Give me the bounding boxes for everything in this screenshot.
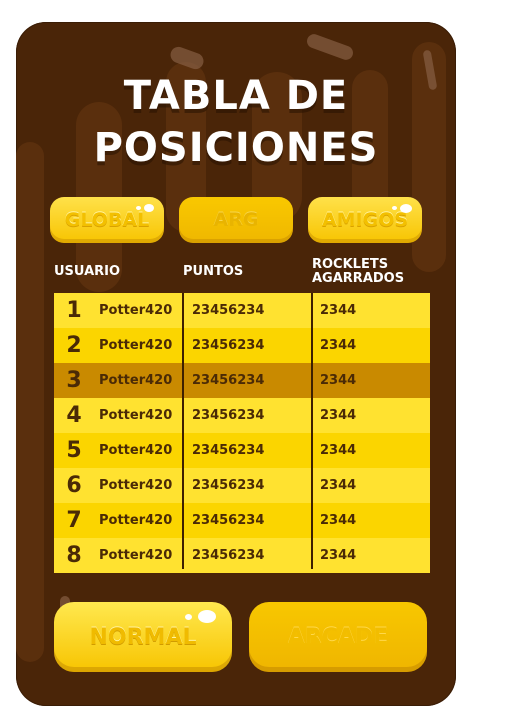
points-value: 23456234 [192, 548, 265, 563]
table-row-highlighted: 3 Potter420 23456234 2344 [54, 363, 430, 398]
tab-global-label: GLOBAL [64, 209, 150, 231]
column-header-usuario-label: USUARIO [54, 264, 121, 279]
page-title-line2: POSICIONES [93, 125, 379, 171]
rocklets-value: 2344 [320, 338, 357, 353]
rank-number: 1 [66, 298, 82, 323]
column-header-puntos-label: PUNTOS [183, 264, 244, 279]
rank-number: 2 [66, 333, 82, 358]
column-divider [182, 293, 184, 569]
normal-mode-button[interactable]: NORMAL [54, 602, 232, 672]
column-header-usuario: USUARIO [54, 265, 120, 279]
username: Potter420 [99, 548, 173, 563]
shine-bubble-decoration [185, 614, 192, 620]
leaderboard-table: 1 Potter420 23456234 2344 2 Potter420 23… [54, 293, 430, 573]
username: Potter420 [99, 408, 173, 423]
tab-global[interactable]: GLOBAL [50, 197, 164, 243]
table-row: 2 Potter420 23456234 2344 [54, 328, 430, 363]
column-divider [311, 293, 313, 569]
rank-number: 8 [66, 543, 82, 568]
arcade-mode-button-label: ARCADE [287, 624, 389, 650]
points-value: 23456234 [192, 373, 265, 388]
table-row: 8 Potter420 23456234 2344 [54, 538, 430, 573]
table-row: 7 Potter420 23456234 2344 [54, 503, 430, 538]
username: Potter420 [99, 303, 173, 318]
rocklets-value: 2344 [320, 548, 357, 563]
column-header-rocklets-line2: AGARRADOS [312, 271, 405, 286]
username: Potter420 [99, 338, 173, 353]
tab-amigos[interactable]: AMIGOS [308, 197, 422, 243]
rank-number: 3 [66, 368, 82, 393]
rocklets-value: 2344 [320, 443, 357, 458]
rocklets-value: 2344 [320, 408, 357, 423]
points-value: 23456234 [192, 303, 265, 318]
page-title: TABLA DE POSICIONES [16, 70, 456, 174]
normal-mode-button-label: NORMAL [89, 624, 197, 650]
page-title-line1: TABLA DE [123, 73, 349, 119]
rocklets-value: 2344 [320, 303, 357, 318]
rank-number: 4 [66, 403, 82, 428]
username: Potter420 [99, 478, 173, 493]
rocklets-value: 2344 [320, 373, 357, 388]
rocklets-value: 2344 [320, 513, 357, 528]
points-value: 23456234 [192, 513, 265, 528]
column-header-rocklets-line1: ROCKLETS [312, 257, 389, 272]
table-row: 6 Potter420 23456234 2344 [54, 468, 430, 503]
username: Potter420 [99, 373, 173, 388]
chocolate-shine-decoration [305, 32, 355, 62]
rank-number: 5 [66, 438, 82, 463]
leaderboard-panel: TABLA DE POSICIONES GLOBAL ARG AMIGOS US… [16, 22, 456, 706]
shine-bubble-decoration [400, 204, 412, 213]
table-row: 1 Potter420 23456234 2344 [54, 293, 430, 328]
shine-bubble-decoration [392, 206, 397, 210]
shine-bubble-decoration [144, 204, 154, 212]
table-row: 4 Potter420 23456234 2344 [54, 398, 430, 433]
points-value: 23456234 [192, 443, 265, 458]
column-header-puntos: PUNTOS [183, 265, 243, 279]
tab-amigos-label: AMIGOS [321, 209, 409, 231]
points-value: 23456234 [192, 338, 265, 353]
username: Potter420 [99, 513, 173, 528]
shine-bubble-decoration [136, 206, 141, 210]
rocklets-value: 2344 [320, 478, 357, 493]
username: Potter420 [99, 443, 173, 458]
tab-arg-label: ARG [213, 209, 259, 231]
rank-number: 6 [66, 473, 82, 498]
tab-arg[interactable]: ARG [179, 197, 293, 243]
points-value: 23456234 [192, 408, 265, 423]
rank-number: 7 [66, 508, 82, 533]
arcade-mode-button[interactable]: ARCADE [249, 602, 427, 672]
points-value: 23456234 [192, 478, 265, 493]
table-row: 5 Potter420 23456234 2344 [54, 433, 430, 468]
chocolate-drip-decoration [16, 142, 44, 662]
shine-bubble-decoration [198, 610, 216, 623]
column-header-rocklets: ROCKLETS AGARRADOS [312, 258, 404, 286]
